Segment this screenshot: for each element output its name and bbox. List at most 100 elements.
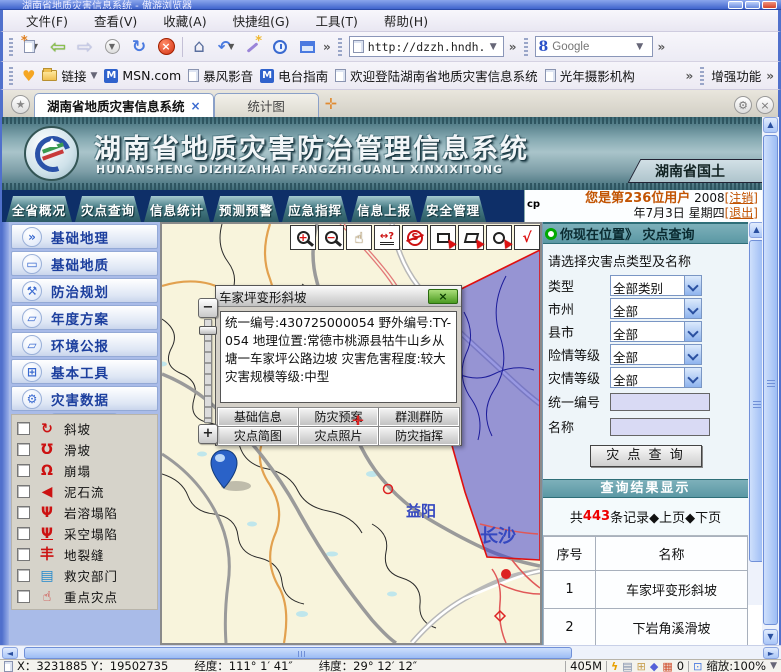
slider-track[interactable]	[204, 319, 212, 423]
nav-statistics[interactable]: 信息统计	[144, 196, 210, 222]
sidebar-item-disaster-data[interactable]: ⚙灾害数据	[11, 386, 158, 411]
minimize-icon[interactable]	[728, 1, 743, 9]
favorites-heart-icon[interactable]: ♥	[22, 67, 35, 85]
wrench-icon[interactable]: ⚙	[734, 96, 752, 114]
menu-tools[interactable]: 工具(T)	[303, 9, 371, 32]
menu-file[interactable]: 文件(F)	[13, 9, 81, 32]
circle-select-button[interactable]: ▲	[486, 225, 512, 250]
nav-security[interactable]: 安全管理	[420, 196, 486, 222]
links-folder[interactable]: 链接▼	[42, 66, 97, 85]
nav-forecast-warning[interactable]: 预测预警	[213, 196, 279, 222]
chevron-down-icon[interactable]: ▼	[490, 42, 497, 52]
slider-thumb[interactable]	[199, 326, 217, 335]
group-monitor-button[interactable]: 群测群防	[379, 408, 459, 426]
command-button[interactable]: 防灾指挥	[379, 427, 459, 445]
rect-select-button[interactable]: ▲	[430, 225, 456, 250]
toolbar-grip[interactable]	[9, 67, 13, 85]
sidebar-item-env-bulletin[interactable]: ▱环境公报	[11, 332, 158, 357]
checkbox[interactable]	[17, 443, 30, 456]
zoom-window-icon[interactable]: ⊡	[693, 661, 702, 672]
measure-button[interactable]: ↔?	[374, 225, 400, 250]
addons-overflow-icon[interactable]: »	[766, 69, 774, 83]
refresh-button[interactable]: ↻	[128, 36, 150, 58]
scroll-left-icon[interactable]: ◄	[2, 647, 18, 659]
toolbar-overflow-icon[interactable]: »	[323, 40, 331, 54]
forward-button[interactable]: ⇨	[74, 36, 96, 58]
exit-link[interactable]: [退出]	[725, 206, 758, 220]
star-icon[interactable]: ★	[11, 95, 30, 114]
nav-disaster-query[interactable]: 灾点查询	[75, 196, 141, 222]
prev-page-link[interactable]: ◆上页	[649, 507, 685, 526]
address-bar[interactable]: ▼	[349, 36, 504, 57]
city-marker[interactable]	[501, 569, 511, 579]
toolbar-overflow-icon[interactable]: »	[509, 40, 517, 54]
diamond-icon[interactable]: ◆	[650, 661, 658, 672]
horizontal-scrollbar[interactable]: ◄ ►	[0, 645, 781, 659]
basic-info-button[interactable]: 基础信息	[218, 408, 298, 426]
slider-zoom-out-button[interactable]: −	[198, 298, 218, 318]
toolbar-grip[interactable]	[9, 38, 13, 56]
sidebar-item-annual-plan[interactable]: ▱年度方案	[11, 305, 158, 330]
close-icon[interactable]	[762, 1, 777, 9]
calculator-icon[interactable]: ▦	[662, 661, 672, 672]
clear-selection-button[interactable]: S	[402, 225, 428, 250]
chevron-down-icon[interactable]	[684, 345, 701, 364]
link-radio-guide[interactable]: M电台指南	[260, 66, 328, 85]
sidebar-item-base-geology[interactable]: ▭基础地质	[11, 251, 158, 276]
table-row[interactable]: 2 下岩角溪滑坡	[544, 609, 748, 646]
county-select[interactable]: 全部	[610, 321, 702, 342]
toolbar-grip[interactable]	[524, 38, 528, 56]
menu-view[interactable]: 查看(V)	[81, 9, 150, 32]
stop-button[interactable]: ×	[155, 36, 177, 58]
map-viewport[interactable]: 益阳 长沙 + − ☝ ↔? S ▲ ▲ ▲ √	[160, 222, 542, 645]
next-page-link[interactable]: ◆下页	[685, 507, 721, 526]
type-select[interactable]: 全部类别	[610, 275, 702, 296]
scroll-thumb[interactable]	[763, 135, 778, 625]
chevron-down-icon[interactable]	[684, 322, 701, 341]
link-msn[interactable]: MMSN.com	[104, 68, 181, 83]
history-button[interactable]	[269, 36, 291, 58]
maximize-icon[interactable]	[745, 1, 760, 9]
site-sketch-button[interactable]: 灾点简图	[218, 427, 298, 445]
tab-chart[interactable]: 统计图	[214, 93, 319, 117]
scroll-up-icon[interactable]: ▲	[763, 117, 778, 133]
printer-icon[interactable]: ▤	[622, 661, 632, 672]
polygon-select-button[interactable]: ▲	[458, 225, 484, 250]
sidebar-item-basic-tools[interactable]: ⊞基本工具	[11, 359, 158, 384]
sidebar-item-prevention-plan[interactable]: ⚒防治规划	[11, 278, 158, 303]
toolbar-overflow-icon[interactable]: »	[658, 40, 666, 54]
nav-emergency-command[interactable]: 应急指挥	[282, 196, 348, 222]
back-button[interactable]: ⇦	[47, 36, 69, 58]
logout-link[interactable]: [注销]	[725, 191, 758, 205]
checkbox[interactable]	[17, 422, 30, 435]
undo-button[interactable]: ↶▼	[215, 36, 237, 58]
risk-level-select[interactable]: 全部	[610, 344, 702, 365]
slider-zoom-in-button[interactable]: +	[198, 424, 218, 444]
zoom-in-button[interactable]: +	[290, 225, 316, 250]
panel-scrollbar[interactable]: ▲	[748, 222, 762, 605]
chevron-down-icon[interactable]	[684, 368, 701, 387]
page-scrollbar[interactable]: ▲ ▼	[762, 117, 779, 645]
zoom-level[interactable]: 缩放:100%	[706, 659, 766, 672]
window-list-button[interactable]	[296, 36, 318, 58]
menu-favorites[interactable]: 收藏(A)	[150, 9, 219, 32]
confirm-button[interactable]: √	[514, 225, 540, 250]
tab-main[interactable]: 湖南省地质灾害信息系统×	[34, 93, 214, 117]
dropdown-button[interactable]: ▼	[101, 36, 123, 58]
magic-fill-button[interactable]	[242, 36, 264, 58]
note-icon[interactable]: ⊞	[637, 661, 646, 672]
toolbar-grip[interactable]	[700, 67, 704, 85]
chevron-down-icon[interactable]	[684, 276, 701, 295]
addons-label[interactable]: 增强功能	[711, 66, 761, 85]
query-submit-button[interactable]: 灾 点 查 询	[590, 445, 702, 467]
chevron-down-icon[interactable]: ▼	[636, 42, 643, 52]
sidebar-item-base-geography[interactable]: »基础地理	[11, 224, 158, 249]
chevron-down-icon[interactable]	[684, 299, 701, 318]
search-input[interactable]	[552, 41, 632, 53]
new-page-button[interactable]: ▼	[20, 36, 42, 58]
checkbox[interactable]	[17, 590, 30, 603]
search-box[interactable]: 8 ▼	[535, 36, 653, 57]
popup-close-icon[interactable]: ×	[428, 289, 458, 304]
table-row[interactable]: 1 车家坪变形斜坡	[544, 571, 748, 609]
checkbox[interactable]	[17, 569, 30, 582]
